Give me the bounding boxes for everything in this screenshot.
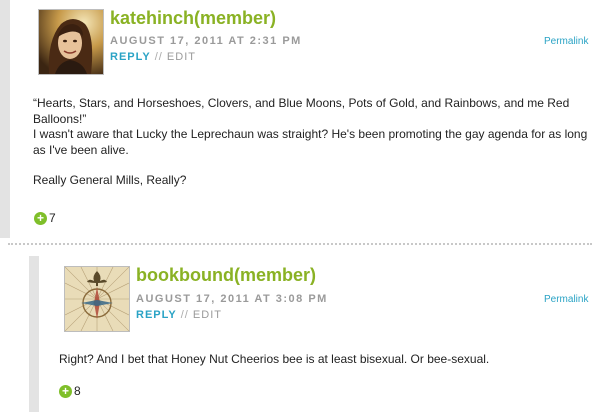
comment-author[interactable]: bookbound(member) xyxy=(136,265,316,286)
avatar[interactable] xyxy=(38,9,104,75)
comment-actions: REPLY // EDIT xyxy=(136,309,222,321)
permalink-link[interactable]: Permalink xyxy=(544,36,588,47)
comment-body: Right? And I bet that Honey Nut Cheerios… xyxy=(59,352,579,383)
edit-link[interactable]: EDIT xyxy=(193,309,222,321)
comment-left-bar xyxy=(29,256,39,412)
compass-rose-icon xyxy=(65,267,129,331)
comment-paragraph: “Hearts, Stars, and Horseshoes, Clovers,… xyxy=(33,96,588,157)
vote-count: 8 xyxy=(74,384,81,398)
plus-vote-icon[interactable]: + xyxy=(34,211,47,225)
comment-bookbound: bookbound(member) AUGUST 17, 2011 AT 3:0… xyxy=(0,256,600,412)
avatar[interactable] xyxy=(64,266,130,332)
comment-body: “Hearts, Stars, and Horseshoes, Clovers,… xyxy=(33,96,588,204)
comment-paragraph: Really General Mills, Really? xyxy=(33,173,187,187)
action-separator: // xyxy=(180,309,189,321)
comment-katehinch: katehinch(member) AUGUST 17, 2011 AT 2:3… xyxy=(0,0,600,238)
comment-actions: REPLY // EDIT xyxy=(110,51,196,63)
reply-link[interactable]: REPLY xyxy=(110,51,151,63)
comment-paragraph: Right? And I bet that Honey Nut Cheerios… xyxy=(59,352,490,366)
comment-divider xyxy=(8,243,592,245)
vote-control: + 8 xyxy=(59,384,81,398)
edit-link[interactable]: EDIT xyxy=(167,51,196,63)
comment-author[interactable]: katehinch(member) xyxy=(110,8,276,29)
permalink-link[interactable]: Permalink xyxy=(544,294,588,305)
vote-control: + 7 xyxy=(34,211,56,225)
plus-vote-icon[interactable]: + xyxy=(59,384,72,398)
action-separator: // xyxy=(154,51,163,63)
comment-date: AUGUST 17, 2011 AT 2:31 PM xyxy=(110,35,302,47)
comment-date: AUGUST 17, 2011 AT 3:08 PM xyxy=(136,293,328,305)
reply-link[interactable]: REPLY xyxy=(136,309,177,321)
comment-left-bar xyxy=(0,0,10,238)
vote-count: 7 xyxy=(49,211,56,225)
person-photo-icon xyxy=(39,10,103,74)
